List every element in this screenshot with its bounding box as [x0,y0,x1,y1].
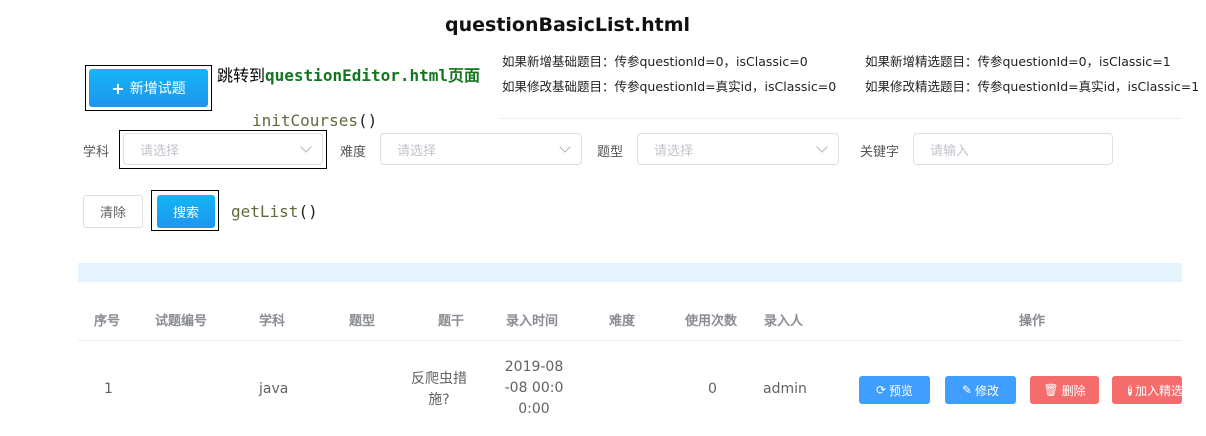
cell-stem-line2: 施? [428,392,450,408]
difficulty-select-placeholder: 请选择 [397,143,437,159]
difficulty-label: 难度 [340,145,367,160]
table-row: 1 java 反爬虫措 施? 2019-08 -08 00:0 0:00 0 a… [78,341,1182,436]
col-header-time: 录入时间 [506,314,559,329]
cell-use-count: 0 [708,381,717,397]
cell-time-line1: 2019-08 [504,359,564,375]
note-classic-edit: 如果修改精选题目：传参questionId=真实id，isClassic=1 [865,79,1200,94]
subject-select-placeholder: 请选择 [140,143,180,159]
note-classic-add: 如果新增精选题目：传参questionId=0，isClassic=1 [865,54,1171,69]
col-header-use-count: 使用次数 [685,314,738,329]
col-header-type: 题型 [349,314,376,329]
delete-button[interactable]: 🗑 删除 [1030,376,1099,404]
col-header-subject: 学科 [259,314,286,329]
delete-button-label: 删除 [1061,383,1086,398]
keyword-input[interactable]: 请输入 [913,133,1113,165]
clear-button-label: 清除 [99,206,126,221]
jump-note-suffix: 页面 [448,66,481,85]
refresh-icon: ⟳ [875,383,887,397]
col-header-index: 序号 [94,314,121,329]
cell-subject: java [259,381,289,397]
keyword-label: 关键字 [860,145,900,160]
init-fn-name: initCourses [252,111,358,130]
trash-icon: 🗑 [1043,383,1059,397]
type-label: 题型 [597,145,624,160]
cell-creator: admin [763,381,807,397]
add-classic-button-label: 加入精选 [1135,383,1182,398]
add-question-label: 新增试题 [129,81,186,97]
cell-time: 2019-08 -08 00:0 0:00 [496,357,572,420]
col-header-difficulty: 难度 [609,314,636,329]
col-header-actions: 操作 [1019,314,1046,329]
type-select[interactable]: 请选择 [637,133,839,165]
keyword-input-placeholder: 请输入 [930,143,970,159]
search-fn-name: getList [231,202,299,221]
edit-button-label: 修改 [975,383,1000,398]
jump-note-prefix: 跳转到 [217,66,266,85]
col-header-code: 试题编号 [155,314,208,329]
add-classic-button[interactable]: ! 加入精选 [1112,376,1182,404]
search-fn-parens: () [298,202,318,221]
chevron-down-icon [816,141,828,153]
add-question-button[interactable]: + 新增试题 [89,69,208,107]
cell-stem-line1: 反爬虫措 [411,371,467,387]
preview-button[interactable]: ⟳ 预览 [859,376,930,404]
table-top-band [78,263,1182,282]
init-fn-parens: () [357,111,378,130]
edit-icon: ✎ [961,383,973,397]
clear-button[interactable]: 清除 [83,195,143,228]
init-courses-annotation: initCourses() [252,111,377,130]
cell-index: 1 [104,381,113,397]
jump-note: 跳转到questionEditor.html页面 [217,62,480,86]
subject-select[interactable]: 请选择 [123,133,323,165]
cell-time-line2: -08 00:0 [504,380,564,396]
search-button-label: 搜索 [172,206,199,221]
difficulty-select[interactable]: 请选择 [380,133,582,165]
col-header-creator: 录入人 [764,314,804,329]
note-basic-edit: 如果修改基础题目：传参questionId=真实id，isClassic=0 [502,79,837,94]
page-title: questionBasicList.html [445,14,691,36]
plus-icon: + [111,78,125,98]
chevron-down-icon [300,141,312,153]
jump-note-code: questionEditor.html [265,66,449,85]
type-select-placeholder: 请选择 [654,143,694,159]
get-list-annotation: getList() [231,202,318,221]
cell-stem: 反爬虫措 施? [411,369,467,411]
edit-button[interactable]: ✎ 修改 [945,376,1016,404]
preview-button-label: 预览 [889,383,914,398]
header-divider [500,118,1182,119]
cell-time-line3: 0:00 [518,401,550,417]
chevron-down-icon [559,141,571,153]
col-header-stem: 题干 [438,314,465,329]
subject-label: 学科 [83,145,110,160]
info-icon: ! [1128,384,1133,396]
note-basic-add: 如果新增基础题目：传参questionId=0，isClassic=0 [502,54,808,69]
search-button[interactable]: 搜索 [157,195,215,228]
